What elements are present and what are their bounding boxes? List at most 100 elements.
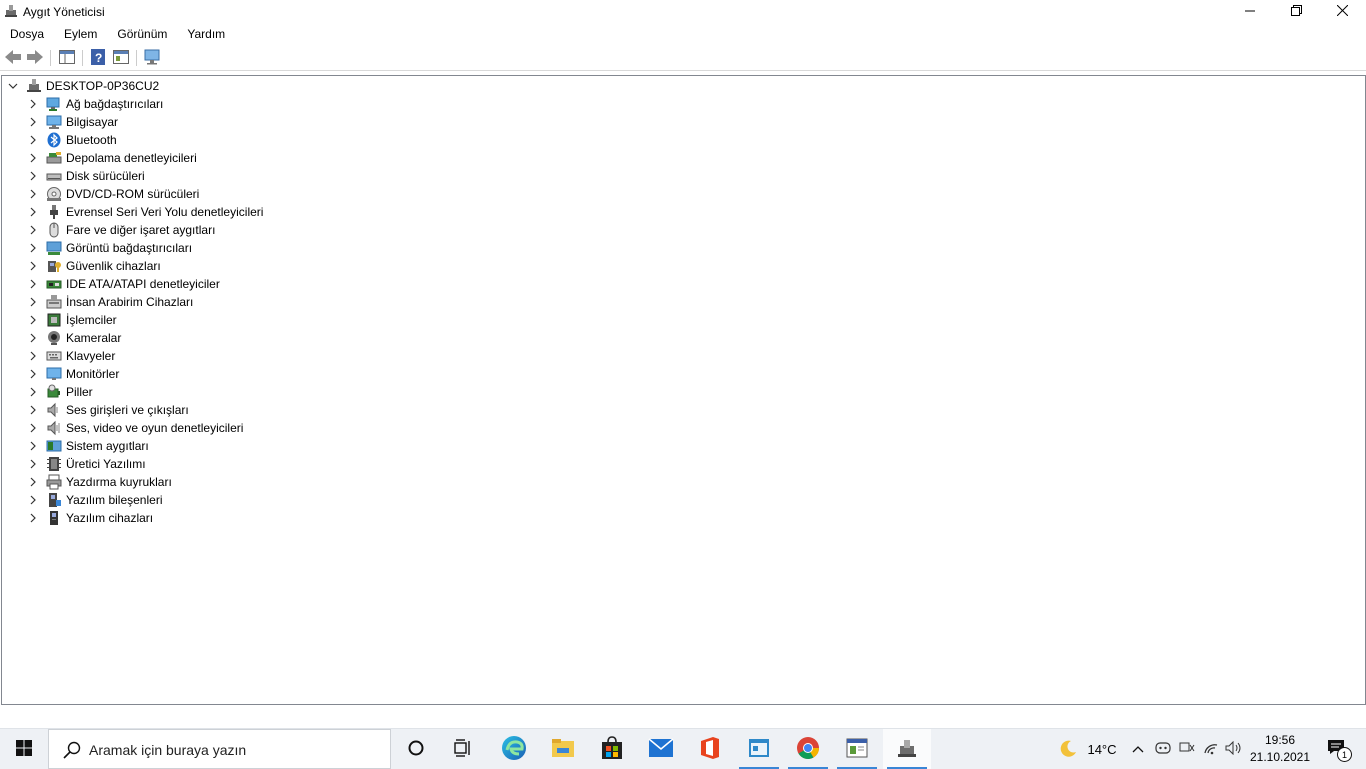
help-button[interactable]: ? [89, 48, 107, 68]
chevron-right-icon[interactable] [26, 95, 40, 113]
tree-item[interactable]: DVD/CD-ROM sürücüleri [26, 185, 199, 203]
chevron-down-icon[interactable] [6, 77, 20, 95]
device-tree[interactable]: DESKTOP-0P36CU2 Ağ bağdaştırıcıları Bilgi… [1, 75, 1366, 705]
task-view-icon [454, 738, 474, 760]
tree-item[interactable]: Yazdırma kuyrukları [26, 473, 172, 491]
tree-item[interactable]: Disk sürücüleri [26, 167, 145, 185]
chevron-right-icon[interactable] [26, 329, 40, 347]
show-hidden-icons-button[interactable] [1128, 729, 1148, 769]
taskbar-chrome[interactable] [784, 729, 832, 769]
forward-button[interactable] [26, 49, 44, 67]
minimize-button[interactable] [1227, 0, 1273, 23]
close-button[interactable] [1319, 0, 1365, 23]
tree-item[interactable]: Kameralar [26, 329, 121, 347]
tree-item[interactable]: Yazılım cihazları [26, 509, 153, 527]
tree-item[interactable]: Sistem aygıtları [26, 437, 149, 455]
tree-item[interactable]: Yazılım bileşenleri [26, 491, 162, 509]
taskbar-device-manager[interactable] [883, 729, 931, 769]
task-view-button[interactable] [440, 729, 488, 769]
taskbar-office[interactable] [686, 729, 734, 769]
tree-item[interactable]: Güvenlik cihazları [26, 257, 161, 275]
tree-item[interactable]: Depolama denetleyicileri [26, 149, 197, 167]
tree-root[interactable]: DESKTOP-0P36CU2 [6, 77, 159, 95]
taskbar-search-box[interactable]: Aramak için buraya yazın [48, 729, 391, 769]
chevron-right-icon[interactable] [26, 203, 40, 221]
computer-name: DESKTOP-0P36CU2 [46, 79, 160, 93]
chevron-right-icon[interactable] [26, 491, 40, 509]
tray-discord[interactable] [1152, 729, 1174, 769]
chevron-right-icon[interactable] [26, 383, 40, 401]
chevron-right-icon[interactable] [26, 455, 40, 473]
tree-item-label: Depolama denetleyicileri [66, 151, 197, 165]
help-icon: ? [91, 48, 105, 68]
taskbar-edge[interactable] [490, 729, 538, 769]
clock[interactable]: 19:56 21.10.2021 [1249, 729, 1311, 769]
weather-temp[interactable]: 14°C [1082, 729, 1122, 769]
tree-item[interactable]: IDE ATA/ATAPI denetleyiciler [26, 275, 220, 293]
tree-item[interactable]: Bluetooth [26, 131, 117, 149]
tree-item[interactable]: Fare ve diğer işaret aygıtları [26, 221, 215, 239]
tree-item[interactable]: Evrensel Seri Veri Yolu denetleyicileri [26, 203, 263, 221]
tray-network[interactable] [1200, 729, 1222, 769]
back-button[interactable] [4, 49, 22, 67]
menu-view[interactable]: Görünüm [107, 24, 177, 44]
chevron-right-icon[interactable] [26, 473, 40, 491]
tree-item[interactable]: Klavyeler [26, 347, 115, 365]
chevron-right-icon[interactable] [26, 311, 40, 329]
tree-item[interactable]: Görüntü bağdaştırıcıları [26, 239, 192, 257]
tray-volume[interactable] [1223, 729, 1245, 769]
device-manager-icon [4, 4, 18, 18]
chevron-right-icon[interactable] [26, 419, 40, 437]
taskbar-mail[interactable] [637, 729, 685, 769]
chevron-right-icon[interactable] [26, 167, 40, 185]
tree-item-label: Sistem aygıtları [66, 439, 149, 453]
tree-item[interactable]: Ses girişleri ve çıkışları [26, 401, 189, 419]
chevron-right-icon[interactable] [26, 293, 40, 311]
tree-item-label: Kameralar [66, 331, 122, 345]
scan-hardware-button[interactable] [143, 49, 161, 67]
chevron-right-icon[interactable] [26, 401, 40, 419]
computer-root-icon [26, 78, 42, 94]
chevron-right-icon[interactable] [26, 113, 40, 131]
taskbar-file-explorer[interactable] [539, 729, 587, 769]
weather-button[interactable] [1054, 729, 1082, 769]
chevron-right-icon[interactable] [26, 275, 40, 293]
chevron-right-icon[interactable] [26, 257, 40, 275]
chevron-right-icon[interactable] [26, 239, 40, 257]
action-center-button[interactable]: 1 [1318, 729, 1358, 769]
chevron-right-icon[interactable] [26, 149, 40, 167]
tree-item-label: Klavyeler [66, 349, 116, 363]
chevron-right-icon[interactable] [26, 437, 40, 455]
tree-item[interactable]: Üretici Yazılımı [26, 455, 146, 473]
tree-item[interactable]: İşlemciler [26, 311, 117, 329]
menu-help[interactable]: Yardım [177, 24, 235, 44]
console-tree-icon [59, 49, 75, 67]
disk-drive-icon [46, 168, 62, 184]
menu-file[interactable]: Dosya [0, 24, 54, 44]
chevron-right-icon[interactable] [26, 347, 40, 365]
chevron-right-icon[interactable] [26, 365, 40, 383]
taskbar-mmc[interactable] [833, 729, 881, 769]
tree-item[interactable]: Monitörler [26, 365, 119, 383]
window-title: Aygıt Yöneticisi [23, 5, 105, 19]
show-hide-console-tree-button[interactable] [58, 49, 76, 67]
taskbar-app-window[interactable] [735, 729, 783, 769]
tree-item[interactable]: Piller [26, 383, 93, 401]
properties-button[interactable] [112, 49, 130, 67]
notification-icon: 1 [1327, 739, 1352, 762]
chevron-right-icon[interactable] [26, 509, 40, 527]
tray-language[interactable] [1176, 729, 1198, 769]
tree-item[interactable]: Ses, video ve oyun denetleyicileri [26, 419, 243, 437]
taskbar-store[interactable] [588, 729, 636, 769]
tree-item[interactable]: Ağ bağdaştırıcıları [26, 95, 163, 113]
chevron-right-icon[interactable] [26, 221, 40, 239]
chevron-right-icon[interactable] [26, 185, 40, 203]
tree-item[interactable]: İnsan Arabirim Cihazları [26, 293, 193, 311]
chevron-right-icon[interactable] [26, 131, 40, 149]
tree-item[interactable]: Bilgisayar [26, 113, 118, 131]
restore-button[interactable] [1273, 0, 1319, 23]
weather-temperature: 14°C [1087, 741, 1117, 757]
menu-action[interactable]: Eylem [54, 24, 107, 44]
cortana-button[interactable] [392, 729, 440, 769]
start-button[interactable] [0, 729, 48, 769]
